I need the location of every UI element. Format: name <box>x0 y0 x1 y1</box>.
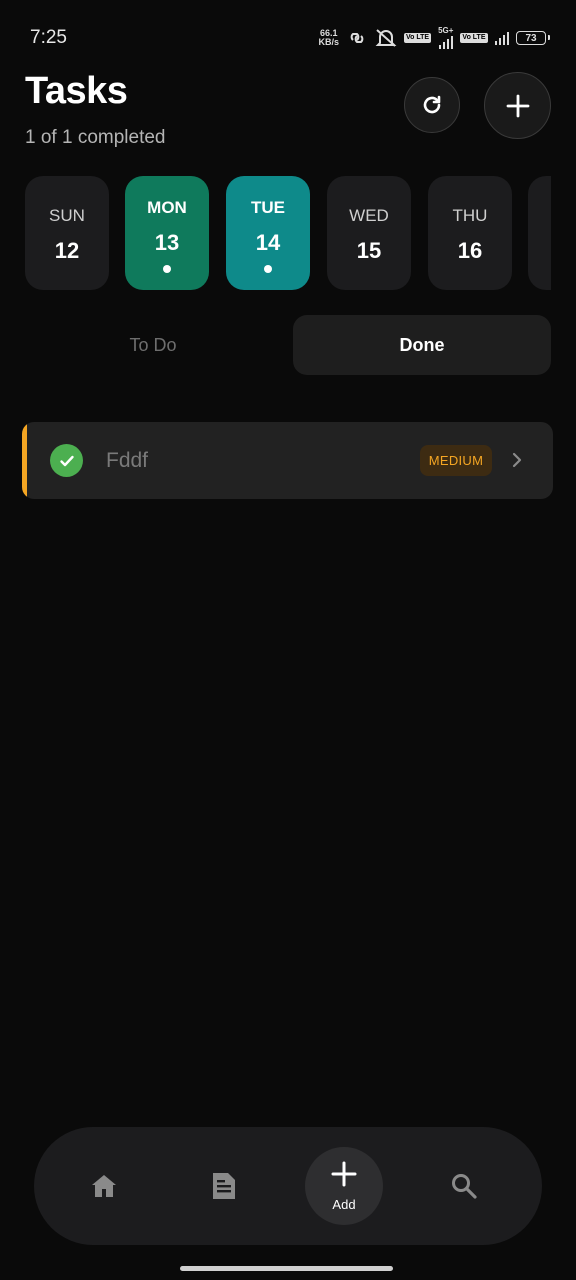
chevron-right-icon <box>512 452 522 468</box>
day-name: WED <box>349 206 389 225</box>
nav-add-label: Add <box>332 1197 356 1212</box>
status-time: 7:25 <box>30 27 67 48</box>
status-icons: 66.1 KB/s Vo LTE 5G+ Vo LTE 73 <box>318 26 550 50</box>
mute-icon <box>375 29 397 47</box>
day-number: 12 <box>54 238 80 263</box>
completed-checkbox[interactable] <box>50 444 83 477</box>
day-name: TUE <box>251 198 285 217</box>
refresh-icon <box>423 95 441 114</box>
tab-done[interactable]: Done <box>293 315 551 375</box>
network-speed: 66.1 KB/s <box>318 28 339 47</box>
signal-1: 5G+ <box>438 27 454 49</box>
priority-badge: MEDIUM <box>420 445 492 476</box>
task-card[interactable]: Fddf MEDIUM <box>22 422 553 499</box>
day-number: 15 <box>356 238 382 263</box>
day-thu[interactable]: THU 16 <box>428 176 512 290</box>
nav-notes-button[interactable] <box>194 1127 254 1245</box>
task-dot <box>163 265 171 273</box>
add-task-button[interactable] <box>484 72 551 139</box>
day-strip[interactable]: SUN 12 MON 13 TUE 14 WED 15 THU 16 <box>25 176 551 290</box>
plus-icon <box>331 1161 357 1187</box>
task-dot <box>264 265 272 273</box>
task-title: Fddf <box>106 449 149 472</box>
day-fri-partial[interactable] <box>528 176 551 290</box>
plus-icon <box>506 94 529 117</box>
battery-indicator: 73 <box>516 31 550 45</box>
day-tue[interactable]: TUE 14 <box>226 176 310 290</box>
priority-accent-bar <box>22 422 27 499</box>
hotspot-icon <box>350 33 364 43</box>
day-number: 16 <box>457 238 483 263</box>
volte-badge-2: Vo LTE <box>460 33 488 43</box>
day-mon[interactable]: MON 13 <box>125 176 209 290</box>
home-icon <box>92 1175 116 1197</box>
signal-2 <box>494 31 509 45</box>
search-icon <box>452 1174 477 1199</box>
notes-icon <box>213 1173 235 1199</box>
bottom-nav: Add <box>34 1127 542 1245</box>
page-title: Tasks <box>25 70 128 112</box>
day-sun[interactable]: SUN 12 <box>25 176 109 290</box>
check-icon <box>59 455 74 466</box>
day-name: MON <box>147 198 187 217</box>
nav-home-button[interactable] <box>74 1127 134 1245</box>
status-bar: 7:25 66.1 KB/s Vo LTE 5G+ Vo LTE 73 <box>0 0 576 72</box>
volte-badge-1: Vo LTE <box>404 33 432 43</box>
tab-todo[interactable]: To Do <box>25 315 281 375</box>
day-name: SUN <box>49 206 85 225</box>
day-number: 13 <box>154 230 180 255</box>
nav-add-button[interactable]: Add <box>305 1147 383 1225</box>
home-indicator[interactable] <box>180 1266 393 1271</box>
day-wed[interactable]: WED 15 <box>327 176 411 290</box>
refresh-button[interactable] <box>404 77 460 133</box>
completion-summary: 1 of 1 completed <box>25 127 166 148</box>
nav-search-button[interactable] <box>434 1127 494 1245</box>
day-number: 14 <box>255 230 281 255</box>
day-name: THU <box>452 206 488 225</box>
